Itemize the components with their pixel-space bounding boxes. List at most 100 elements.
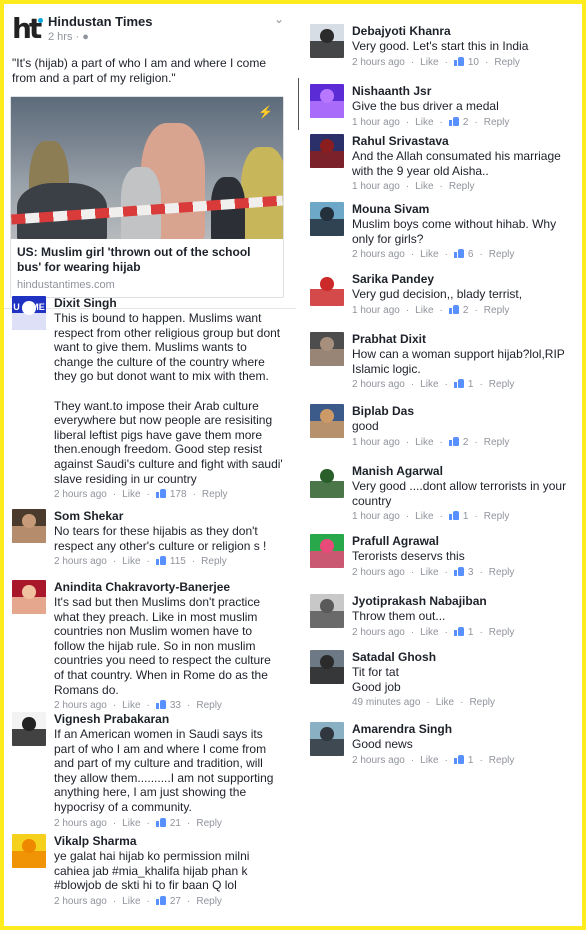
commenter-name[interactable]: Jyotiprakash Nabajiban <box>352 594 572 609</box>
reply-button[interactable]: Reply <box>196 818 222 829</box>
like-button[interactable]: Like <box>436 697 454 708</box>
like-count[interactable]: 1 <box>453 379 473 390</box>
avatar[interactable] <box>12 834 46 868</box>
like-count[interactable]: 1 <box>453 626 473 638</box>
avatar[interactable]: U C ME <box>12 296 46 330</box>
like-button[interactable]: Like <box>122 556 140 567</box>
like-button[interactable]: Like <box>122 700 140 711</box>
commenter-name[interactable]: Dixit Singh <box>54 296 284 311</box>
like-count[interactable]: 10 <box>453 56 479 68</box>
avatar[interactable] <box>310 24 344 58</box>
commenter-name[interactable]: Biplab Das <box>352 404 572 419</box>
commenter-name[interactable]: Anindita Chakravorty-Banerjee <box>54 580 284 595</box>
like-count[interactable]: 2 <box>448 116 468 128</box>
commenter-name[interactable]: Satadal Ghosh <box>352 650 572 665</box>
commenter-name[interactable]: Sarika Pandey <box>352 272 572 287</box>
link-title[interactable]: US: Muslim girl 'thrown out of the schoo… <box>17 245 277 275</box>
commenter-name[interactable]: Vikalp Sharma <box>54 834 284 849</box>
commenter-name[interactable]: Som Shekar <box>54 509 284 524</box>
like-count[interactable]: 27 <box>155 895 181 907</box>
avatar[interactable] <box>310 534 344 568</box>
reply-button[interactable]: Reply <box>484 305 510 316</box>
like-button[interactable]: Like <box>415 437 433 448</box>
like-count[interactable]: 33 <box>155 700 181 711</box>
like-button[interactable]: Like <box>420 627 438 638</box>
like-button[interactable]: Like <box>122 818 140 829</box>
reply-button[interactable]: Reply <box>494 57 520 68</box>
avatar[interactable] <box>12 712 46 746</box>
like-button[interactable]: Like <box>415 181 433 192</box>
comment-time[interactable]: 2 hours ago <box>352 249 405 260</box>
reply-button[interactable]: Reply <box>469 697 495 708</box>
like-button[interactable]: Like <box>420 567 438 578</box>
avatar[interactable] <box>310 722 344 756</box>
avatar[interactable] <box>310 464 344 498</box>
comment-time[interactable]: 2 hours ago <box>54 818 107 829</box>
like-count[interactable]: 1 <box>453 754 473 766</box>
avatar[interactable] <box>310 202 344 236</box>
like-count[interactable]: 2 <box>448 436 468 448</box>
chevron-down-icon[interactable]: ⌄ <box>274 12 284 26</box>
reply-button[interactable]: Reply <box>489 249 515 260</box>
page-name[interactable]: Hindustan Times <box>48 14 153 29</box>
like-count[interactable]: 3 <box>453 566 473 578</box>
page-logo[interactable]: ht <box>12 14 46 44</box>
link-card[interactable]: ⚡ US: Muslim girl 'thrown out of the sch… <box>10 96 284 298</box>
reply-button[interactable]: Reply <box>202 489 228 500</box>
reply-button[interactable]: Reply <box>484 511 510 522</box>
like-button[interactable]: Like <box>122 896 140 907</box>
like-button[interactable]: Like <box>420 379 438 390</box>
reply-button[interactable]: Reply <box>489 627 515 638</box>
comment-time[interactable]: 1 hour ago <box>352 181 400 192</box>
like-button[interactable]: Like <box>415 117 433 128</box>
commenter-name[interactable]: Debajyoti Khanra <box>352 24 572 39</box>
comment-time[interactable]: 2 hours ago <box>54 896 107 907</box>
post-time[interactable]: 2 hrs <box>48 31 72 43</box>
like-button[interactable]: Like <box>122 489 140 500</box>
avatar[interactable] <box>310 650 344 684</box>
reply-button[interactable]: Reply <box>196 700 222 711</box>
comment-time[interactable]: 49 minutes ago <box>352 697 420 708</box>
like-count[interactable]: 2 <box>448 304 468 316</box>
reply-button[interactable]: Reply <box>489 379 515 390</box>
avatar[interactable] <box>310 134 344 168</box>
commenter-name[interactable]: Mouna Sivam <box>352 202 572 217</box>
avatar[interactable] <box>310 404 344 438</box>
avatar[interactable] <box>12 580 46 614</box>
avatar[interactable] <box>310 332 344 366</box>
avatar[interactable] <box>310 272 344 306</box>
like-button[interactable]: Like <box>415 305 433 316</box>
reply-button[interactable]: Reply <box>484 117 510 128</box>
comment-time[interactable]: 1 hour ago <box>352 511 400 522</box>
reply-button[interactable]: Reply <box>449 181 475 192</box>
comment-time[interactable]: 2 hours ago <box>352 379 405 390</box>
comment-time[interactable]: 2 hours ago <box>352 755 405 766</box>
comment-time[interactable]: 2 hours ago <box>54 556 107 567</box>
comment-time[interactable]: 2 hours ago <box>352 627 405 638</box>
comment-time[interactable]: 1 hour ago <box>352 437 400 448</box>
commenter-name[interactable]: Vignesh Prabakaran <box>54 712 284 727</box>
avatar[interactable] <box>12 509 46 543</box>
avatar[interactable] <box>310 594 344 628</box>
commenter-name[interactable]: Rahul Srivastava <box>352 134 572 149</box>
like-count[interactable]: 115 <box>155 556 186 567</box>
like-count[interactable]: 6 <box>453 249 473 260</box>
comment-time[interactable]: 2 hours ago <box>352 57 405 68</box>
comment-time[interactable]: 1 hour ago <box>352 117 400 128</box>
like-count[interactable]: 1 <box>448 511 468 522</box>
reply-button[interactable]: Reply <box>484 437 510 448</box>
comment-time[interactable]: 1 hour ago <box>352 305 400 316</box>
comment-time[interactable]: 2 hours ago <box>54 700 107 711</box>
reply-button[interactable]: Reply <box>489 755 515 766</box>
commenter-name[interactable]: Nishaanth Jsr <box>352 84 572 99</box>
reply-button[interactable]: Reply <box>201 556 227 567</box>
like-button[interactable]: Like <box>415 511 433 522</box>
like-button[interactable]: Like <box>420 755 438 766</box>
like-button[interactable]: Like <box>420 249 438 260</box>
reply-button[interactable]: Reply <box>489 567 515 578</box>
commenter-name[interactable]: Prabhat Dixit <box>352 332 572 347</box>
commenter-name[interactable]: Manish Agarwal <box>352 464 572 479</box>
commenter-name[interactable]: Amarendra Singh <box>352 722 572 737</box>
commenter-name[interactable]: Prafull Agrawal <box>352 534 572 549</box>
comment-time[interactable]: 2 hours ago <box>352 567 405 578</box>
